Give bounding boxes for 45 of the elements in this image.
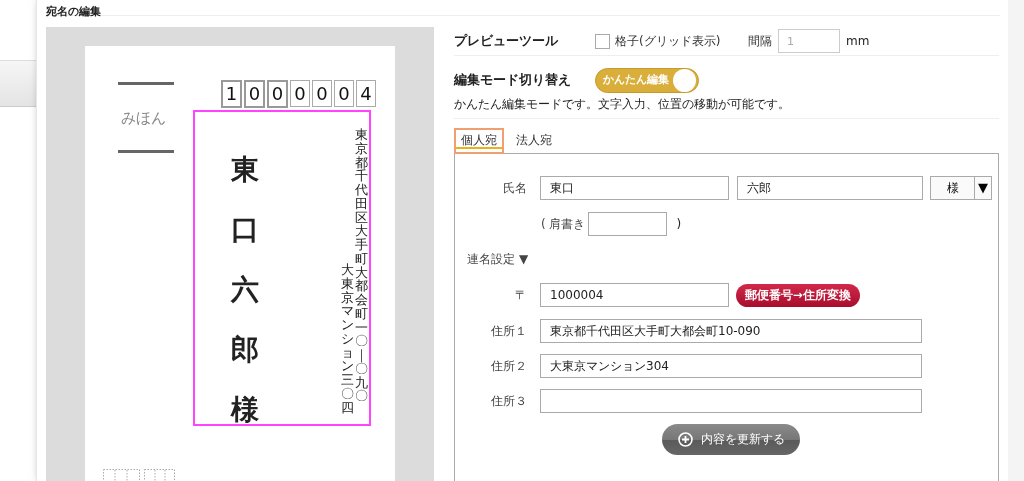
interval-label: 間隔 — [748, 32, 772, 50]
section-label: プレビューツール — [454, 32, 559, 50]
bracket-text: ) — [676, 217, 682, 231]
postal-code-digit: 1 — [221, 80, 242, 108]
joint-names-toggle[interactable]: 連名設定 — [467, 250, 515, 268]
sender-postal-boxes-icon — [103, 469, 175, 481]
postal-code-digit: 0 — [290, 80, 310, 107]
tab[interactable]: 法人宛 — [509, 128, 559, 154]
field-label: 住所１ — [490, 322, 527, 340]
section-label: 編集モード切り替え — [454, 71, 572, 89]
field-label: 住所３ — [490, 392, 527, 410]
given-name-field[interactable]: 六郎 — [737, 176, 923, 200]
mode-description: かんたん編集モードです。文字入力、位置の移動が可能です。 — [454, 96, 999, 119]
postal-code-digit: 0 — [312, 80, 332, 107]
zip-to-address-button[interactable]: 郵便番号→住所変換 — [736, 283, 860, 307]
field-label: 住所２ — [490, 357, 527, 375]
plus-circle-icon — [678, 432, 693, 447]
tab[interactable]: 個人宛 — [454, 128, 504, 154]
postal-code-field[interactable]: 1000004 — [540, 283, 729, 307]
honorific-select[interactable]: 様 ▼ — [930, 176, 992, 200]
sample-rule — [118, 150, 174, 153]
recipient-address: 大東京マンション三〇四 — [341, 263, 354, 415]
postal-code-digit: 0 — [244, 80, 265, 108]
postal-code-digit: 0 — [267, 80, 288, 108]
unit-label: mm — [846, 34, 870, 48]
sample-label: みほん — [121, 109, 166, 128]
dialog-title: 宛名の編集 — [46, 7, 101, 16]
checkbox-label: 格子(グリッド表示) — [615, 32, 722, 50]
interval-field[interactable]: 1 — [778, 29, 840, 53]
field-label: 〒 — [514, 286, 527, 304]
postal-code-digit: 0 — [334, 80, 354, 107]
caret-icon[interactable]: ▼ — [519, 252, 529, 266]
job-title-field[interactable] — [587, 212, 667, 236]
recipient-address: 東京都千代田区大手町大都会町一〇｜〇九〇 — [354, 128, 367, 403]
address-field[interactable]: 大東京マンション304 — [540, 354, 922, 378]
postal-code-digit: 4 — [356, 80, 376, 107]
address-field[interactable] — [540, 389, 922, 413]
field-label: ( 肩書き — [541, 215, 586, 233]
family-name-field[interactable]: 東口 — [540, 176, 729, 200]
grid-checkbox[interactable] — [595, 33, 610, 49]
field-label: 氏名 — [502, 179, 527, 197]
update-button[interactable]: 内容を更新する — [662, 424, 800, 455]
sample-rule — [118, 82, 174, 85]
recipient-name: 東口六郎様 — [231, 152, 259, 428]
address-field[interactable]: 東京都千代田区大手町大都会町10-090 — [540, 319, 922, 343]
